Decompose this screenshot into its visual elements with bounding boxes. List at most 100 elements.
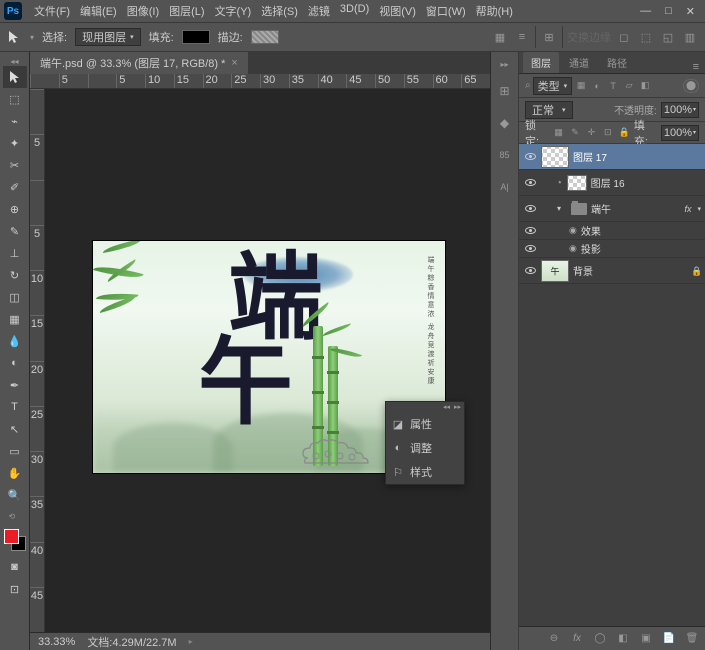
float-row-properties[interactable]: ◪属性 <box>386 412 464 436</box>
quickmask-tool[interactable]: ◙ <box>3 556 27 578</box>
opt-icon-1[interactable]: ◻ <box>615 28 633 46</box>
marquee-tool[interactable]: ⬚ <box>3 88 27 110</box>
document-tab[interactable]: 端午.psd @ 33.3% (图层 17, RGB/8) * × <box>30 52 248 74</box>
filter-kind-dropdown[interactable]: 类型▾ <box>533 77 573 95</box>
dodge-tool[interactable]: ◐ <box>3 352 27 374</box>
opacity-input[interactable]: 100%▾ <box>661 102 699 118</box>
layer-name[interactable]: 图层 17 <box>573 149 701 164</box>
layer-fx-row[interactable]: ◉ 效果 <box>519 222 705 240</box>
layer-fx-row[interactable]: ◉ 投影 <box>519 240 705 258</box>
ruler-horizontal[interactable]: 55101520253035404550556065 <box>30 74 490 89</box>
visibility-toggle[interactable] <box>523 176 537 190</box>
layer-thumb[interactable] <box>541 146 569 168</box>
menu-3d[interactable]: 3D(D) <box>336 1 373 21</box>
gradient-tool[interactable]: ▦ <box>3 308 27 330</box>
layer-name[interactable]: 端午 <box>591 201 680 216</box>
brush-tool[interactable]: ✎ <box>3 220 27 242</box>
fill-input[interactable]: 100%▾ <box>661 125 699 141</box>
menu-help[interactable]: 帮助(H) <box>472 1 517 21</box>
strip-collapse[interactable]: ▸▸ <box>500 60 508 68</box>
layer-name[interactable]: 图层 16 <box>591 175 701 190</box>
layer-fx-icon[interactable]: fx <box>568 631 586 647</box>
delete-layer-icon[interactable]: 🗑 <box>683 631 701 647</box>
menu-view[interactable]: 视图(V) <box>375 1 420 21</box>
layer-mask-icon[interactable]: ◯ <box>591 631 609 647</box>
visibility-toggle[interactable] <box>523 264 537 278</box>
folder-icon[interactable] <box>571 203 587 215</box>
filter-shape-icon[interactable]: ▱ <box>622 79 636 93</box>
link-layers-icon[interactable]: ⊖ <box>545 631 563 647</box>
lock-pixel-icon[interactable]: ✎ <box>568 126 581 140</box>
menu-window[interactable]: 窗口(W) <box>422 1 470 21</box>
zoom-tool[interactable]: 🔍 <box>3 484 27 506</box>
doc-info[interactable]: 文档:4.29M/22.7M <box>87 634 176 650</box>
close-tab-icon[interactable]: × <box>231 57 237 69</box>
select-mode-dropdown[interactable]: 现用图层▾ <box>75 28 141 46</box>
stamp-tool[interactable]: ⊥ <box>3 242 27 264</box>
lock-transparent-icon[interactable]: ▦ <box>552 126 565 140</box>
menu-select[interactable]: 选择(S) <box>257 1 302 21</box>
eraser-tool[interactable]: ◫ <box>3 286 27 308</box>
menu-type[interactable]: 文字(Y) <box>211 1 256 21</box>
new-layer-icon[interactable]: 📄 <box>660 631 678 647</box>
layer-name[interactable]: 背景 <box>573 263 687 278</box>
lock-artboard-icon[interactable]: ⊡ <box>601 126 614 140</box>
history-brush-tool[interactable]: ↻ <box>3 264 27 286</box>
tab-layers[interactable]: 图层 <box>523 52 559 73</box>
opt-icon-2[interactable]: ⬚ <box>637 28 655 46</box>
visibility-toggle[interactable] <box>523 150 537 164</box>
lock-all-icon[interactable]: 🔒 <box>618 126 631 140</box>
strip-icon-1[interactable]: ⊞ <box>496 82 514 100</box>
toolbox-collapse[interactable]: ◂◂ <box>2 56 28 66</box>
float-close-icon[interactable]: ▸▸ <box>454 403 461 411</box>
crop-tool[interactable]: ✂ <box>3 154 27 176</box>
filter-smart-icon[interactable]: ◧ <box>638 79 652 93</box>
shape-tool[interactable]: ▭ <box>3 440 27 462</box>
zoom-level[interactable]: 33.33% <box>38 636 75 648</box>
opt-icon-4[interactable]: ▥ <box>681 28 699 46</box>
pen-tool[interactable]: ✒ <box>3 374 27 396</box>
float-row-styles[interactable]: ⚐样式 <box>386 460 464 484</box>
filter-adjust-icon[interactable]: ◐ <box>590 79 604 93</box>
foreground-color[interactable] <box>4 529 19 544</box>
arrange-icon[interactable]: ⊞ <box>540 28 558 46</box>
fill-swatch[interactable] <box>182 30 210 44</box>
type-tool[interactable]: T <box>3 396 27 418</box>
layer-row[interactable]: ⋆ 图层 16 <box>519 170 705 196</box>
minimize-button[interactable]: — <box>640 5 651 18</box>
eyedropper-tool[interactable]: ✐ <box>3 176 27 198</box>
menu-filter[interactable]: 滤镜 <box>304 1 334 21</box>
visibility-toggle[interactable] <box>523 242 537 256</box>
layer-row[interactable]: ▾ 端午 fx▾ <box>519 196 705 222</box>
layer-thumb[interactable] <box>541 260 569 282</box>
float-row-adjustments[interactable]: ◐调整 <box>386 436 464 460</box>
screenmode-tool[interactable]: ⊡ <box>3 578 27 600</box>
layer-row[interactable]: 背景 🔒 <box>519 258 705 284</box>
move-tool[interactable] <box>3 66 27 88</box>
lasso-tool[interactable]: ⌁ <box>3 110 27 132</box>
menu-layer[interactable]: 图层(L) <box>165 1 208 21</box>
path-tool[interactable]: ↖ <box>3 418 27 440</box>
layer-row[interactable]: 图层 17 <box>519 144 705 170</box>
fx-badge[interactable]: fx <box>684 204 691 214</box>
close-button[interactable]: ✕ <box>686 5 695 18</box>
lock-position-icon[interactable]: ✛ <box>585 126 598 140</box>
expand-icon[interactable]: ▾ <box>557 204 567 213</box>
opt-icon-3[interactable]: ◱ <box>659 28 677 46</box>
menu-image[interactable]: 图像(I) <box>123 1 163 21</box>
floating-panel[interactable]: ◂◂ ▸▸ ◪属性 ◐调整 ⚐样式 <box>385 401 465 485</box>
document-view[interactable]: 端 午 端午粽香情意浓 龙舟竞渡祈安康 ◂◂▸▸ ◪属性 ◐调整 <box>45 89 490 632</box>
float-collapse-icon[interactable]: ◂◂ <box>443 403 450 411</box>
wand-tool[interactable]: ✦ <box>3 132 27 154</box>
strip-icon-4[interactable]: A| <box>496 178 514 196</box>
layer-thumb[interactable] <box>567 175 587 191</box>
tab-paths[interactable]: 路径 <box>599 52 635 73</box>
maximize-button[interactable]: □ <box>665 5 672 18</box>
visibility-toggle[interactable] <box>523 202 537 216</box>
ruler-vertical[interactable]: 551015202530354045 <box>30 89 45 632</box>
stroke-swatch[interactable] <box>251 30 279 44</box>
strip-icon-3[interactable]: 85 <box>496 146 514 164</box>
menu-file[interactable]: 文件(F) <box>30 1 74 21</box>
strip-icon-2[interactable]: ◆ <box>496 114 514 132</box>
adjustment-layer-icon[interactable]: ◧ <box>614 631 632 647</box>
